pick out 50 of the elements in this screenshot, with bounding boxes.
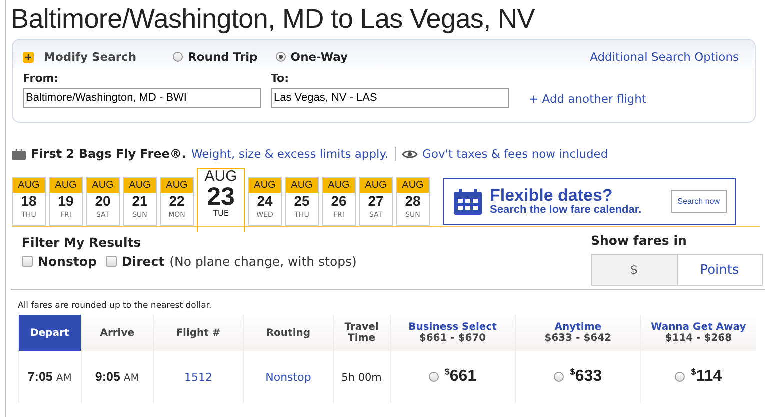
column-header[interactable]: Travel Time — [334, 315, 390, 351]
column-header[interactable]: Business Select $661 - $670 — [390, 315, 516, 351]
travel-time: 5h 00m — [342, 372, 382, 384]
briefcase-icon — [12, 148, 26, 160]
search-now-button[interactable]: Search now — [670, 190, 727, 213]
radio-button[interactable] — [276, 52, 286, 62]
input-field[interactable]: Las Vegas, NV - LAS — [271, 88, 509, 108]
routing-link[interactable]: Nonstop — [266, 370, 312, 384]
eye-icon — [402, 148, 418, 160]
promo-heading: Flexible dates? — [490, 187, 614, 204]
checkbox-label: Nonstop — [38, 254, 97, 269]
radio-label: One-Way — [290, 50, 348, 64]
radio-button[interactable] — [173, 52, 183, 62]
column-header[interactable]: Anytime $633 - $642 — [515, 315, 641, 351]
fare-price: $^{$}$661 — [444, 368, 477, 386]
rounding-note: All fares are rounded up to the nearest dollar. — [18, 300, 213, 312]
toggle-button[interactable]: $ — [592, 255, 676, 285]
page-title: Baltimore/Washington, MD to Las Vegas, NV — [11, 3, 536, 35]
column-header[interactable]: Depart — [18, 315, 82, 351]
input-field[interactable]: Baltimore/Washington, MD - BWI — [23, 88, 261, 108]
column-header[interactable]: Flight # — [154, 315, 244, 351]
promo-subheading: Search the low fare calendar. — [490, 204, 643, 216]
filter-title: Filter My Results — [22, 235, 142, 251]
additional-options-link[interactable]: Additional Search Options — [590, 50, 739, 64]
modify-search-link[interactable]: Modify Search — [44, 50, 137, 64]
fare-price: $^{$}$633 — [570, 368, 602, 386]
column-header[interactable]: Routing — [243, 315, 334, 351]
column-header[interactable]: Wanna Get Away $114 - $268 — [640, 315, 756, 351]
fare-radio-button[interactable] — [428, 372, 439, 382]
checkbox-label: Direct — [122, 254, 165, 269]
column-header[interactable]: Arrive — [81, 315, 154, 351]
checkbox[interactable] — [22, 256, 33, 267]
time-cell: 7:05 AM — [18, 351, 82, 403]
field-label: From: — [23, 72, 60, 85]
radio-label: Round Trip — [188, 50, 258, 64]
limits-link[interactable]: Weight, size & excess limits apply. — [191, 147, 389, 161]
field-label: To: — [271, 72, 290, 85]
show-fares-title: Show fares in — [591, 233, 688, 249]
expand-icon[interactable] — [23, 52, 34, 62]
bags-notice: First 2 Bags Fly Free®. — [31, 147, 186, 161]
add-flight-link[interactable]: + Add another flight — [529, 92, 646, 106]
checkbox-note: (No plane change, with stops) — [170, 254, 357, 269]
checkbox[interactable] — [106, 256, 117, 267]
taxes-link[interactable]: Gov't taxes & fees now included — [422, 147, 608, 161]
calendar-icon — [454, 188, 482, 214]
time-cell: 9:05 AM — [81, 351, 154, 403]
fare-radio-button[interactable] — [675, 372, 686, 382]
fare-price: $^{$}$114 — [691, 368, 722, 386]
flight-number-link[interactable]: 1512 — [184, 370, 212, 384]
fare-radio-button[interactable] — [554, 372, 564, 382]
